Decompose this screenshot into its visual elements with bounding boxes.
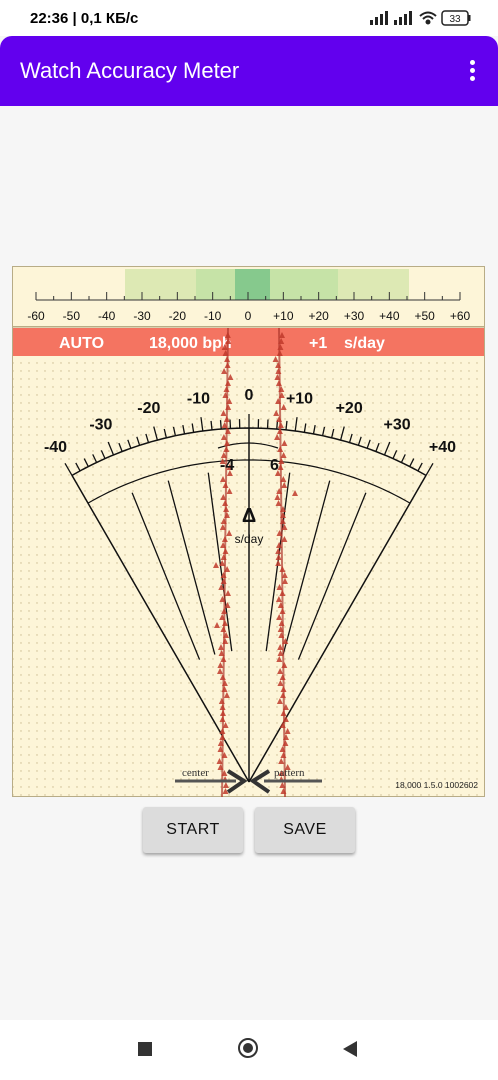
battery-level: 33 <box>449 14 461 25</box>
strip-tick-label: +40 <box>379 309 400 323</box>
app-bar: Watch Accuracy Meter <box>0 36 498 106</box>
deviation-value: +1 <box>309 335 327 352</box>
accuracy-meter: -60 -50 -40 -30 -20 -10 0 +10 +20 +30 +40 +50 +60 AU… <box>12 266 485 797</box>
strip-tick-label: -10 <box>204 309 222 323</box>
status-bar: 22:36 | 0,1 КБ/с 33 <box>0 0 498 36</box>
strip-tick-label: +60 <box>450 309 471 323</box>
navigation-bar <box>0 1020 498 1080</box>
battery-icon: 33 <box>441 10 471 26</box>
dial-label: -40 <box>44 439 67 456</box>
dial-label: +10 <box>286 390 313 407</box>
strip-tick-label: -40 <box>98 309 116 323</box>
dial-label: +20 <box>336 400 363 417</box>
strip-tick-label: +30 <box>344 309 365 323</box>
signal-icon-2 <box>394 11 412 25</box>
marker-left: -4 <box>220 457 234 474</box>
version-label: 18,000 1.5.0 1002602 <box>395 780 478 790</box>
overflow-menu-icon[interactable] <box>468 60 476 82</box>
strip-tick-label: -30 <box>133 309 151 323</box>
strip-tick-label: -20 <box>169 309 187 323</box>
pattern-label: pattern <box>274 767 305 779</box>
start-button[interactable]: START <box>143 807 243 853</box>
home-circle-icon[interactable] <box>238 1038 258 1058</box>
dial-label: -10 <box>187 390 210 407</box>
delta-unit: s/day <box>235 532 264 546</box>
center-label: center <box>182 767 209 779</box>
dial-label: +30 <box>384 416 411 433</box>
status-icons: 33 <box>370 10 471 26</box>
deviation-unit: s/day <box>344 335 385 352</box>
delta-symbol: Δ <box>242 505 256 527</box>
dial-label: +40 <box>429 439 456 456</box>
signal-icon <box>370 11 388 25</box>
rate-label: 18,000 bph <box>149 335 232 352</box>
band-inner <box>235 269 270 300</box>
app-title: Watch Accuracy Meter <box>20 58 240 83</box>
strip-tick-label: +50 <box>414 309 435 323</box>
back-triangle-icon[interactable] <box>343 1041 357 1057</box>
wifi-icon <box>419 11 437 25</box>
strip-tick-label: 0 <box>245 309 252 323</box>
save-button[interactable]: SAVE <box>255 807 355 853</box>
strip-tick-label: -60 <box>27 309 45 323</box>
strip-tick-label: +20 <box>308 309 329 323</box>
dial-label: -30 <box>89 416 112 433</box>
strip-tick-label: +10 <box>273 309 294 323</box>
mode-label: AUTO <box>59 335 104 352</box>
dial-label: 0 <box>245 387 254 404</box>
marker-right: 6 <box>270 457 279 474</box>
recents-square-icon[interactable] <box>138 1042 152 1056</box>
status-time: 22:36 | 0,1 КБ/с <box>30 10 139 27</box>
strip-tick-label: -50 <box>63 309 81 323</box>
dial-label: -20 <box>137 400 160 417</box>
dial-tick <box>219 420 222 430</box>
